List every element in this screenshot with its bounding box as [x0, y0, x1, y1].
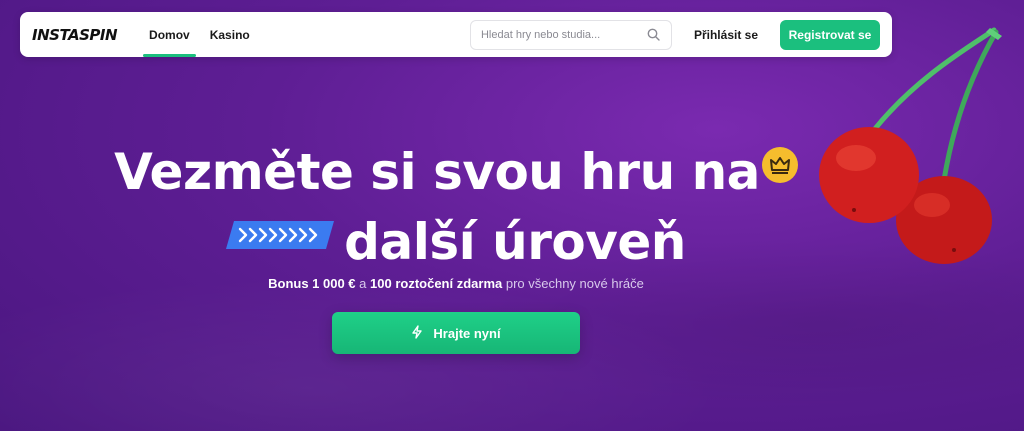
nav-link-kasino[interactable]: Kasino [200, 12, 260, 57]
search-icon[interactable] [647, 28, 661, 42]
search-input[interactable] [480, 28, 647, 41]
subtitle-rest: pro všechny nové hráče [502, 276, 644, 291]
logo[interactable]: INSTASPIN [32, 26, 118, 44]
cherries-image [819, 27, 1002, 264]
search-box[interactable] [469, 19, 672, 50]
play-now-button[interactable]: Hrajte nyní [332, 312, 580, 354]
play-now-label: Hrajte nyní [433, 325, 501, 341]
top-navbar: INSTASPIN Domov Kasino Přihlásit se Regi… [20, 12, 892, 57]
bonus-amount: Bonus 1 000 € [268, 276, 356, 291]
login-link[interactable]: Přihlásit se [694, 28, 758, 42]
subtitle-and: a [355, 276, 371, 291]
free-spins: 100 roztočení zdarma [370, 276, 503, 291]
hero-title-line1: Vezměte si svou hru na [0, 143, 912, 201]
hero-subtitle: Bonus 1 000 € a 100 roztočení zdarma pro… [0, 276, 912, 291]
nav-links: Domov Kasino [139, 12, 260, 57]
nav-link-domov[interactable]: Domov [139, 12, 200, 57]
crown-icon [761, 147, 798, 183]
hero-title-line2-text: další úroveň [344, 213, 686, 271]
hero-title-line1-text: Vezměte si svou hru na [114, 143, 760, 201]
hero-title-line2: další úroveň [0, 205, 912, 271]
arrows-icon [226, 205, 338, 249]
lightning-icon [411, 324, 423, 342]
